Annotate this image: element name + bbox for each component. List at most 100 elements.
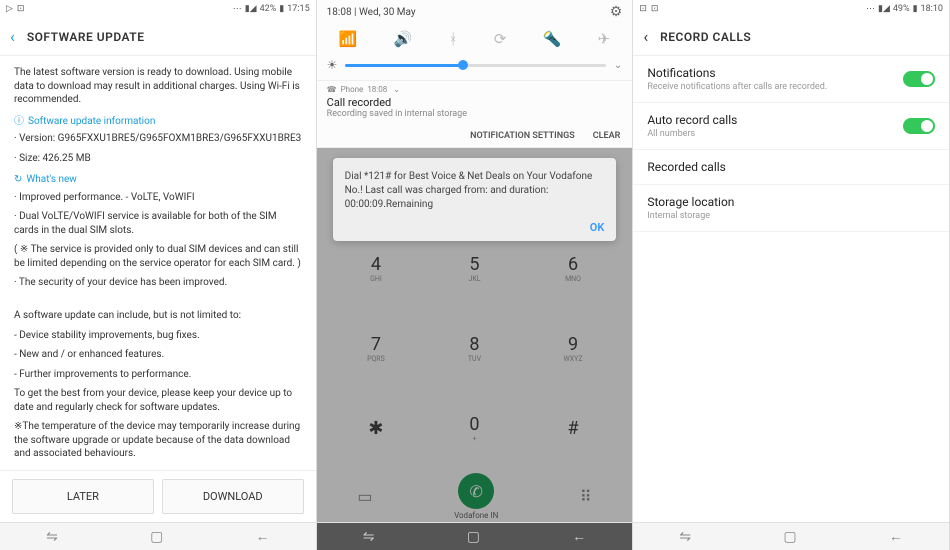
battery-icon: ▮ bbox=[279, 4, 284, 14]
auto-record-toggle[interactable] bbox=[903, 118, 935, 134]
settings-list: Notifications Receive notifications afte… bbox=[633, 56, 949, 232]
dialer-area: Dial *121# for Best Voice & Net Deals on… bbox=[317, 148, 633, 522]
brightness-icon: ☀ bbox=[327, 58, 338, 72]
setting-subtitle: Internal storage bbox=[647, 211, 734, 221]
dialog-ok-button[interactable]: OK bbox=[345, 220, 605, 235]
notif-time: 18:08 bbox=[367, 85, 387, 94]
nav-recents-icon[interactable]: ⇋ bbox=[363, 529, 375, 545]
notification-actions: NOTIFICATION SETTINGS CLEAR bbox=[317, 125, 633, 148]
signal-icon: ▮◢ bbox=[878, 4, 890, 14]
content-area: The latest software version is ready to … bbox=[0, 56, 316, 470]
chevron-down-icon[interactable]: ⌄ bbox=[393, 85, 400, 94]
nav-bar: ⇋ ▢ ← bbox=[0, 522, 316, 550]
setting-title: Notifications bbox=[647, 66, 827, 80]
rotate-toggle-icon[interactable]: ⟳ bbox=[494, 30, 507, 48]
setting-subtitle: Receive notifications after calls are re… bbox=[647, 82, 827, 92]
later-button[interactable]: LATER bbox=[12, 479, 154, 514]
wn-line: · The security of your device has been i… bbox=[14, 276, 302, 290]
button-row: LATER DOWNLOAD bbox=[0, 470, 316, 522]
phone-record-calls: ⊡ ⊡ ⋯ ▮◢ 49% ▮ 18:10 ‹ RECORD CALLS Noti… bbox=[633, 0, 950, 550]
wn-line: · Dual VoLTE/VoWIFI service is available… bbox=[14, 210, 302, 237]
setting-title: Auto record calls bbox=[647, 113, 737, 127]
body-text: - Further improvements to performance. bbox=[14, 368, 302, 382]
phone-app-icon: ☎ bbox=[327, 85, 337, 94]
nav-home-icon[interactable]: ▢ bbox=[467, 529, 480, 545]
notif-title: Call recorded bbox=[327, 96, 623, 109]
misc-icon: ⊡ bbox=[17, 4, 25, 14]
brightness-slider[interactable] bbox=[345, 64, 606, 67]
intro-text: The latest software version is ready to … bbox=[14, 66, 302, 107]
back-icon[interactable]: ‹ bbox=[10, 27, 15, 46]
notif-app-name: Phone bbox=[341, 85, 364, 94]
page-title: RECORD CALLS bbox=[660, 30, 751, 44]
status-bar: ▷ ⊡ ⋯ ▮◢ 42% ▮ 17:15 bbox=[0, 0, 316, 18]
status-icon: ⊡ bbox=[651, 4, 659, 14]
setting-auto-record[interactable]: Auto record calls All numbers bbox=[633, 103, 949, 150]
sound-toggle-icon[interactable]: 🔊 bbox=[394, 30, 413, 48]
nav-recents-icon[interactable]: ⇋ bbox=[679, 529, 691, 545]
wn-line: ( ※ The service is provided only to dual… bbox=[14, 243, 302, 270]
nav-home-icon[interactable]: ▢ bbox=[783, 529, 796, 545]
size-line: · Size: 426.25 MB bbox=[14, 152, 302, 166]
phone-notification-dialer: 18:08 | Wed, 30 May ⚙ 📶 🔊 ᚼ ⟳ 🔦 ✈ ☀ ⌄ ☎ … bbox=[317, 0, 634, 550]
nav-bar: ⇋ ▢ ← bbox=[633, 522, 949, 550]
signal-icon: ▮◢ bbox=[245, 4, 257, 14]
notification-meta: ☎ Phone 18:08 ⌄ bbox=[317, 80, 633, 96]
back-icon[interactable]: ‹ bbox=[643, 27, 648, 46]
body-text: A software update can include, but is no… bbox=[14, 309, 302, 323]
ussd-dialog: Dial *121# for Best Voice & Net Deals on… bbox=[333, 158, 617, 241]
nfc-icon: ▷ bbox=[6, 4, 13, 14]
body-text: - Device stability improvements, bug fix… bbox=[14, 329, 302, 343]
whatsnew-label: What's new bbox=[14, 173, 302, 187]
nav-bar: ⇋ ▢ ← bbox=[317, 522, 633, 550]
phone-software-update: ▷ ⊡ ⋯ ▮◢ 42% ▮ 17:15 ‹ SOFTWARE UPDATE T… bbox=[0, 0, 317, 550]
wn-line: · Improved performance. - VoLTE, VoWIFI bbox=[14, 191, 302, 205]
dialog-text: Dial *121# for Best Voice & Net Deals on… bbox=[345, 170, 605, 212]
setting-title: Recorded calls bbox=[647, 160, 726, 174]
battery-text: 49% bbox=[893, 4, 910, 14]
battery-icon: ▮ bbox=[913, 4, 918, 14]
page-title: SOFTWARE UPDATE bbox=[27, 30, 145, 44]
battery-text: 42% bbox=[260, 4, 277, 14]
setting-title: Storage location bbox=[647, 195, 734, 209]
quick-settings-row: 📶 🔊 ᚼ ⟳ 🔦 ✈ bbox=[317, 24, 633, 54]
notification-settings-button[interactable]: NOTIFICATION SETTINGS bbox=[470, 131, 575, 141]
wifi-icon: ⋯ bbox=[233, 4, 242, 14]
nav-back-icon[interactable]: ← bbox=[572, 528, 586, 545]
status-bar: ⊡ ⊡ ⋯ ▮◢ 49% ▮ 18:10 bbox=[633, 0, 949, 18]
notification-body[interactable]: Call recorded Recording saved in interna… bbox=[317, 96, 633, 125]
header: ‹ RECORD CALLS bbox=[633, 18, 949, 56]
clock: 18:10 bbox=[921, 4, 943, 14]
download-button[interactable]: DOWNLOAD bbox=[162, 479, 304, 514]
body-text: ※The temperature of the device may tempo… bbox=[14, 420, 302, 461]
header: ‹ SOFTWARE UPDATE bbox=[0, 18, 316, 56]
setting-notifications[interactable]: Notifications Receive notifications afte… bbox=[633, 56, 949, 103]
bluetooth-toggle-icon[interactable]: ᚼ bbox=[449, 30, 458, 48]
expand-icon[interactable]: ⌄ bbox=[614, 60, 622, 71]
version-line: · Version: G965FXXU1BRE5/G965FOXM1BRE3/G… bbox=[14, 132, 302, 146]
setting-recorded-calls[interactable]: Recorded calls bbox=[633, 150, 949, 185]
wifi-icon: ⋯ bbox=[866, 4, 875, 14]
brightness-row: ☀ ⌄ bbox=[317, 54, 633, 80]
nav-recents-icon[interactable]: ⇋ bbox=[46, 529, 58, 545]
nav-home-icon[interactable]: ▢ bbox=[150, 529, 163, 545]
shade-time-date: 18:08 | Wed, 30 May bbox=[327, 7, 416, 18]
clear-button[interactable]: CLEAR bbox=[593, 131, 621, 141]
nav-back-icon[interactable]: ← bbox=[889, 528, 903, 545]
notification-shade: 18:08 | Wed, 30 May ⚙ 📶 🔊 ᚼ ⟳ 🔦 ✈ ☀ ⌄ ☎ … bbox=[317, 0, 633, 148]
shade-header: 18:08 | Wed, 30 May ⚙ bbox=[317, 0, 633, 24]
status-icon: ⊡ bbox=[639, 4, 647, 14]
settings-icon[interactable]: ⚙ bbox=[610, 4, 623, 20]
nav-back-icon[interactable]: ← bbox=[256, 528, 270, 545]
info-section-label: Software update information bbox=[14, 115, 302, 129]
setting-subtitle: All numbers bbox=[647, 129, 737, 139]
wifi-toggle-icon[interactable]: 📶 bbox=[339, 30, 358, 48]
clock: 17:15 bbox=[287, 4, 309, 14]
airplane-toggle-icon[interactable]: ✈ bbox=[598, 30, 611, 48]
body-text: - New and / or enhanced features. bbox=[14, 348, 302, 362]
setting-storage-location[interactable]: Storage location Internal storage bbox=[633, 185, 949, 232]
notif-subtitle: Recording saved in internal storage bbox=[327, 109, 623, 119]
notifications-toggle[interactable] bbox=[903, 71, 935, 87]
body-text: To get the best from your device, please… bbox=[14, 387, 302, 414]
flashlight-toggle-icon[interactable]: 🔦 bbox=[543, 30, 562, 48]
